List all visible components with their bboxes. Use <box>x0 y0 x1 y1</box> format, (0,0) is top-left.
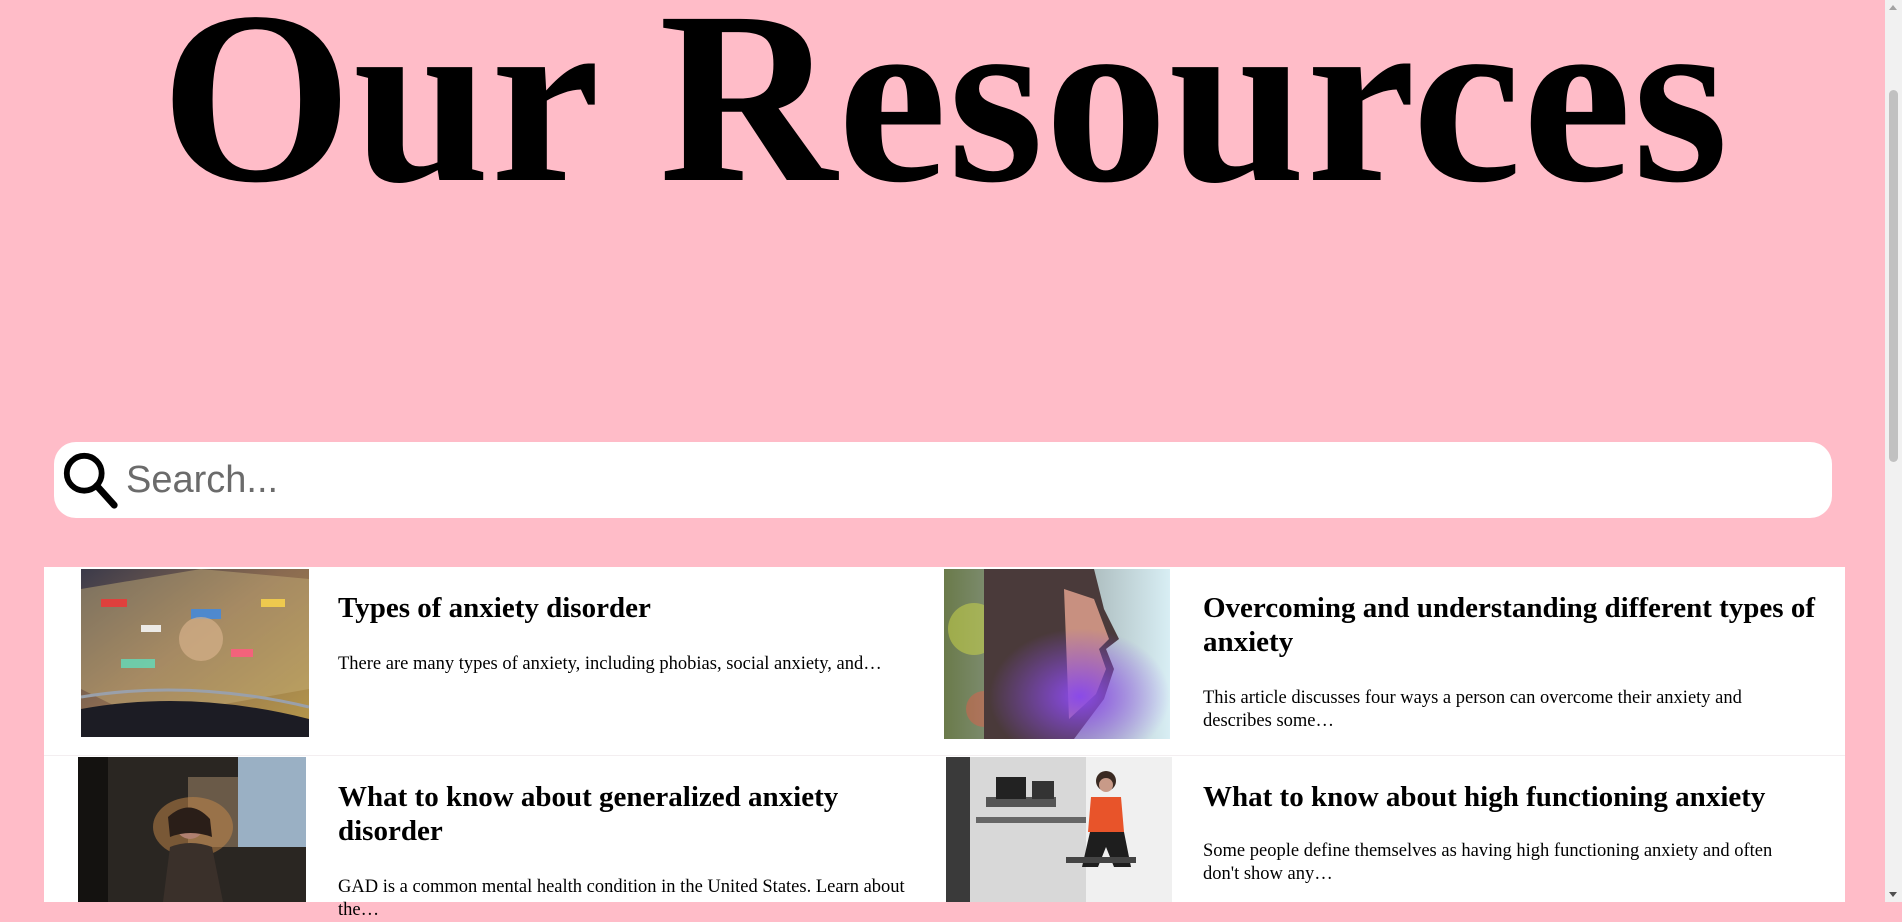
scroll-up-arrow-icon[interactable] <box>1889 5 1897 10</box>
article-grid: Types of anxiety disorder There are many… <box>44 567 1845 920</box>
article-card[interactable]: What to know about high functioning anxi… <box>944 756 1845 902</box>
article-title[interactable]: What to know about high functioning anxi… <box>1203 780 1823 814</box>
woman-sitting-in-office-image <box>946 757 1172 902</box>
search-input[interactable] <box>126 450 1776 510</box>
article-excerpt: This article discusses four ways a perso… <box>1203 688 1742 731</box>
article-thumbnail[interactable] <box>81 569 309 737</box>
scroll-down-arrow-icon[interactable] <box>1889 892 1897 897</box>
article-excerpt: There are many types of anxiety, includi… <box>338 654 882 674</box>
article-title[interactable]: Types of anxiety disorder <box>338 591 918 625</box>
woman-in-dim-room-image <box>78 757 306 902</box>
article-title[interactable]: What to know about generalized anxiety d… <box>338 780 898 848</box>
article-title[interactable]: Overcoming and understanding different t… <box>1203 591 1823 659</box>
article-card[interactable]: What to know about generalized anxiety d… <box>44 756 924 920</box>
page-title: Our Resources <box>160 0 1730 234</box>
scrollbar-thumb[interactable] <box>1889 90 1898 462</box>
article-thumbnail[interactable] <box>78 757 306 902</box>
article-card[interactable]: Overcoming and understanding different t… <box>944 567 1845 755</box>
blurred-car-window-lights-image <box>81 569 309 737</box>
search-bar[interactable] <box>54 442 1832 518</box>
article-thumbnail[interactable] <box>944 569 1170 739</box>
face-profile-with-colorful-light-image <box>944 569 1170 739</box>
article-excerpt: GAD is a common mental health condition … <box>338 877 905 920</box>
search-icon[interactable] <box>60 449 122 511</box>
vertical-scrollbar[interactable] <box>1885 0 1902 902</box>
article-thumbnail[interactable] <box>946 757 1172 902</box>
article-excerpt: Some people define themselves as having … <box>1203 841 1773 884</box>
article-card[interactable]: Types of anxiety disorder There are many… <box>44 567 924 755</box>
